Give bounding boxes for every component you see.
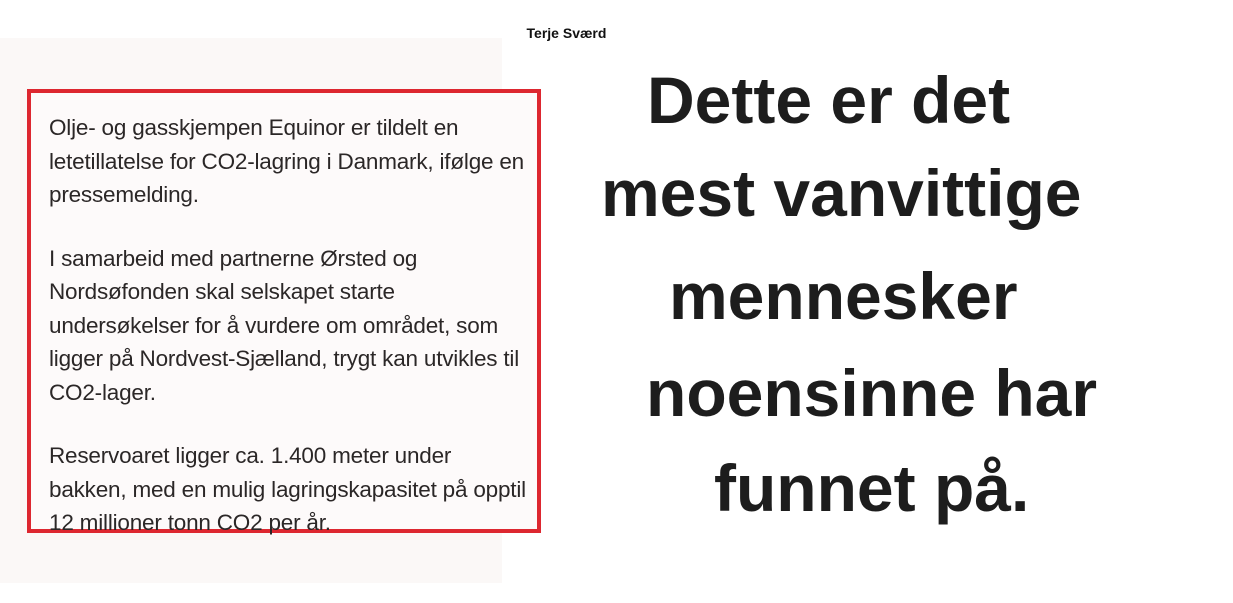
headline-line-2: mest vanvittige bbox=[601, 156, 1082, 230]
excerpt-paragraph-2: I samarbeid med partnerne Ørsted og Nord… bbox=[49, 245, 520, 405]
headline-line-3: mennesker bbox=[669, 259, 1018, 333]
headline-line-4: noensinne har bbox=[646, 356, 1098, 430]
excerpt-paragraph-1: Olje- og gasskjempen Equinor er tildelt … bbox=[49, 115, 525, 207]
excerpt-paragraph-3: Reservoaret ligger ca. 1.400 meter under… bbox=[49, 443, 526, 535]
article-excerpt-box: Olje- og gasskjempen Equinor er tildelt … bbox=[27, 89, 541, 535]
meme-canvas: Terje Sværd Olje- og gasskjempen Equinor… bbox=[0, 0, 1233, 603]
headline-line-5: funnet på. bbox=[714, 451, 1030, 525]
headline-line-1: Dette er det bbox=[647, 63, 1011, 137]
